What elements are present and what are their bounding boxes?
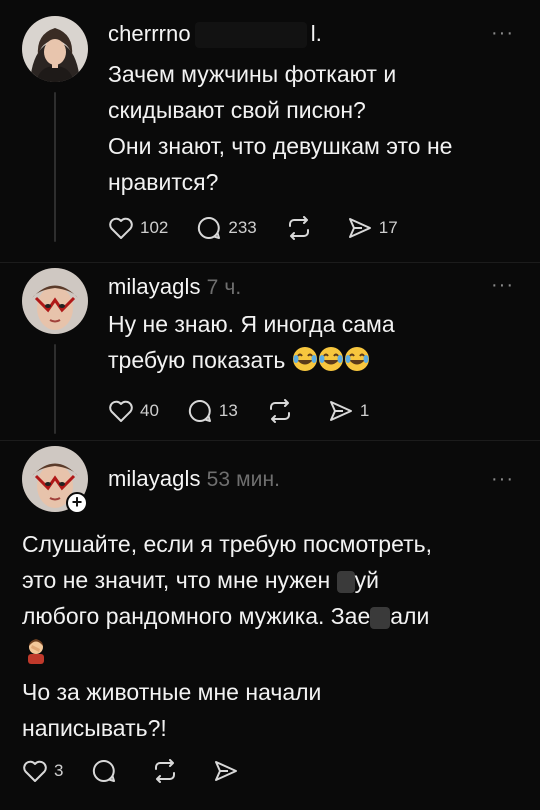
like-button[interactable]: 40 <box>108 399 159 423</box>
heart-icon <box>109 400 133 422</box>
repost-button[interactable] <box>285 216 319 240</box>
comment-button[interactable]: 233 <box>196 215 257 241</box>
blurred-username-region <box>194 22 307 49</box>
send-icon <box>329 401 352 421</box>
post-text: Зачем мужчины фоткают и скидывают свой п… <box>108 56 452 200</box>
comment-bubble-icon <box>188 399 211 422</box>
repost-icon <box>269 399 290 423</box>
post-username[interactable]: cherrrno l. <box>108 21 322 49</box>
text-line: Зачем мужчины фоткают и <box>108 61 397 87</box>
repost-icon <box>288 216 309 240</box>
comment-button[interactable]: 13 <box>187 398 238 424</box>
comment-bubble-icon <box>93 759 116 782</box>
share-button[interactable]: 1 <box>328 399 369 423</box>
text-line: Ну не знаю. Я иногда сама <box>108 311 395 337</box>
share-button[interactable]: 17 <box>347 216 398 240</box>
like-button[interactable]: 3 <box>22 759 63 783</box>
text-line: требую показать <box>108 342 395 382</box>
text-line: написывать?! <box>22 715 167 741</box>
avatar-cherrrno[interactable] <box>22 16 88 82</box>
post-username[interactable]: milayagls 53 мин. <box>108 466 280 492</box>
repost-button[interactable] <box>266 399 300 423</box>
share-button[interactable] <box>213 759 245 783</box>
comment-button[interactable] <box>91 758 123 784</box>
face-with-tears-of-joy-emoji <box>318 346 344 382</box>
comment-bubble-icon <box>198 216 221 239</box>
post-divider <box>0 262 540 263</box>
more-dots-icon[interactable]: ··· <box>491 274 514 297</box>
post-actions: 3 <box>22 758 273 784</box>
face-with-tears-of-joy-emoji <box>344 346 370 382</box>
comment-count: 233 <box>228 218 257 237</box>
text-line: нравится? <box>108 169 219 195</box>
comment-count: 13 <box>218 401 238 420</box>
share-count: 17 <box>378 218 398 237</box>
like-count: 3 <box>54 761 64 780</box>
post-time: 7 ч. <box>206 276 242 299</box>
text-line: скидывают свой писюн? <box>108 97 366 123</box>
post-divider <box>0 440 540 441</box>
like-button[interactable]: 102 <box>108 216 168 240</box>
share-count: 1 <box>359 401 370 420</box>
post-text: Ну не знаю. Я иногда сама требую показат… <box>108 306 395 382</box>
follow-plus-icon[interactable]: + <box>66 492 88 514</box>
repost-icon <box>155 759 176 783</box>
face-with-tears-of-joy-emoji <box>292 346 318 382</box>
text-line <box>22 634 432 674</box>
repost-button[interactable] <box>151 759 185 783</box>
like-count: 102 <box>140 218 169 237</box>
text-line: Чо за животные мне начали <box>22 679 322 705</box>
post-text: Слушайте, если я требую посмотреть, это … <box>22 526 432 746</box>
censored-word-region <box>336 570 355 593</box>
woman-facepalming-emoji <box>22 636 50 674</box>
post-actions: 40 13 1 <box>108 398 397 424</box>
censored-word-region <box>370 606 391 629</box>
send-icon <box>215 761 238 781</box>
text-line: это не значит, что мне нужен уй <box>22 567 379 593</box>
thread-connector <box>54 92 56 242</box>
heart-icon <box>109 217 133 239</box>
post-username[interactable]: milayagls 7 ч. <box>108 274 241 300</box>
like-count: 40 <box>140 401 159 420</box>
post-time: 53 мин. <box>206 468 281 491</box>
more-dots-icon[interactable]: ··· <box>491 22 514 45</box>
text-line: Они знают, что девушкам это не <box>108 133 453 159</box>
send-icon <box>348 218 371 238</box>
more-dots-icon[interactable]: ··· <box>491 468 514 491</box>
text-line: любого рандомного мужика. Зае али <box>22 603 430 629</box>
heart-icon <box>23 760 47 782</box>
thread-connector <box>54 344 56 434</box>
username-tail: l. <box>310 21 322 46</box>
post-actions: 102 233 17 <box>108 215 426 241</box>
text-line: Слушайте, если я требую посмотреть, <box>22 531 433 557</box>
avatar-milayagls[interactable] <box>22 268 88 334</box>
